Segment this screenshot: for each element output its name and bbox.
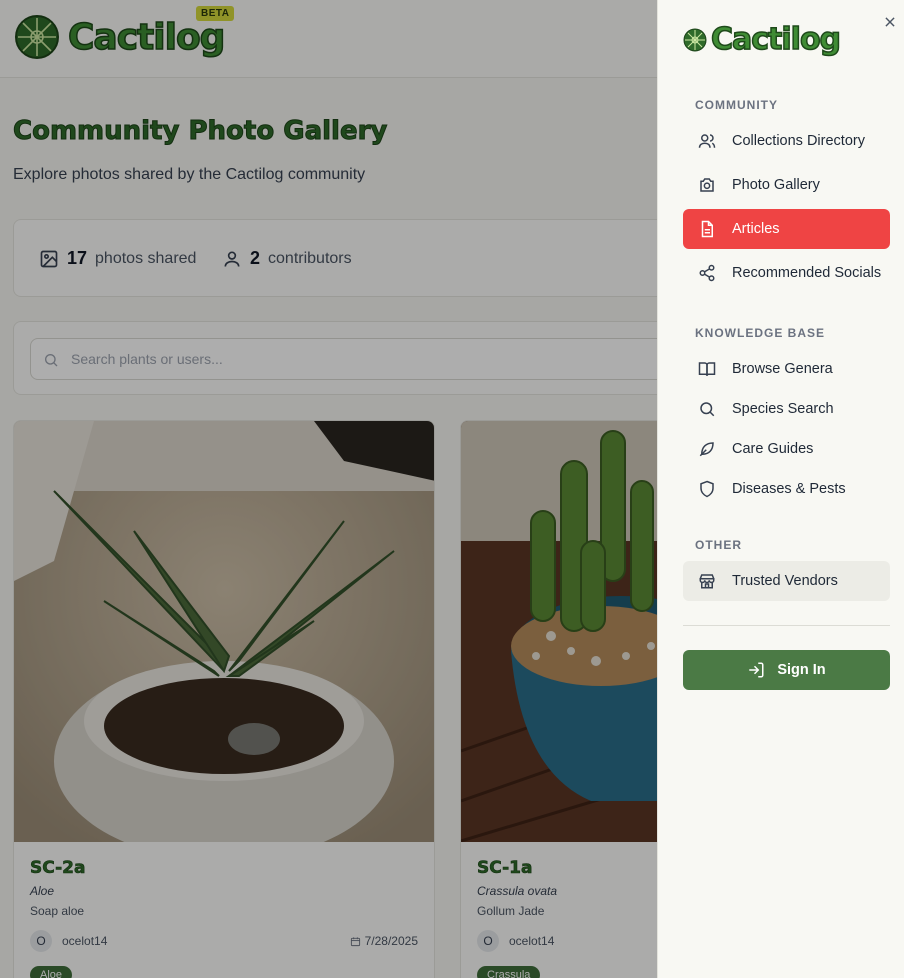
nav-item-photo-gallery[interactable]: Photo Gallery [683, 165, 890, 205]
leaf-icon [699, 442, 714, 457]
nav-item-care-guides[interactable]: Care Guides [683, 429, 890, 469]
close-button[interactable] [880, 12, 900, 32]
nav-item-label: Browse Genera [732, 361, 833, 377]
nav-item-recommended-socials[interactable]: Recommended Socials [683, 253, 890, 293]
section-label-knowledge-base: KNOWLEDGE BASE [695, 326, 826, 340]
nav-item-articles[interactable]: Articles [683, 209, 890, 249]
nav-item-label: Trusted Vendors [732, 573, 838, 589]
nav-item-label: Recommended Socials [732, 265, 882, 281]
book-open-icon [698, 362, 716, 376]
drawer-logo[interactable]: Cactilog [683, 21, 842, 58]
nav-item-label: Diseases & Pests [732, 481, 846, 497]
store-icon [699, 574, 715, 589]
users-icon [698, 134, 716, 148]
nav-item-species-search[interactable]: Species Search [683, 389, 890, 429]
close-icon [885, 17, 895, 27]
log-in-icon [749, 662, 764, 678]
cactus-logo-icon [683, 28, 707, 51]
camera-icon [700, 178, 714, 192]
nav-drawer: Cactilog COMMUNITY Collections Directory… [657, 0, 904, 978]
nav-item-label: Photo Gallery [732, 177, 820, 193]
nav-item-collections-directory[interactable]: Collections Directory [683, 121, 890, 161]
shield-icon [700, 480, 714, 498]
document-icon [701, 220, 713, 238]
nav-item-diseases-pests[interactable]: Diseases & Pests [683, 469, 890, 509]
nav-item-label: Articles [732, 221, 780, 237]
sign-in-button[interactable]: Sign In [683, 650, 890, 690]
nav-item-trusted-vendors[interactable]: Trusted Vendors [683, 561, 890, 601]
nav-item-label: Species Search [732, 401, 834, 417]
nav-item-browse-genera[interactable]: Browse Genera [683, 349, 890, 389]
search-icon [700, 402, 715, 417]
divider [683, 625, 890, 626]
nav-item-label: Collections Directory [732, 133, 865, 149]
sign-in-label: Sign In [777, 662, 826, 678]
share-icon [699, 264, 715, 282]
nav-item-label: Care Guides [732, 441, 814, 457]
logo-text: Cactilog [710, 21, 842, 58]
section-label-community: COMMUNITY [695, 98, 778, 112]
section-label-other: OTHER [695, 538, 742, 552]
